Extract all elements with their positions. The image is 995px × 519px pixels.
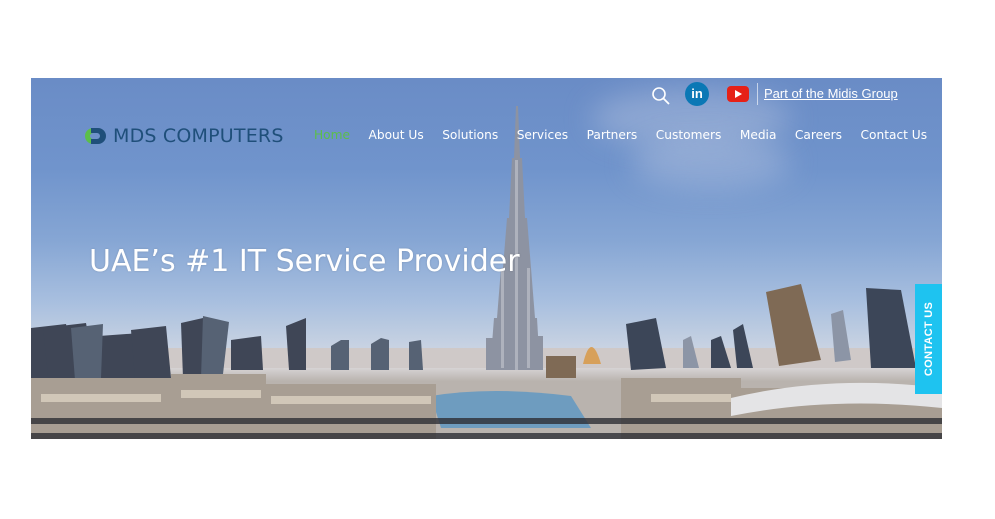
nav-item-services[interactable]: Services	[517, 128, 568, 142]
nav-item-contact-us[interactable]: Contact Us	[861, 128, 928, 142]
midis-group-link[interactable]: Part of the Midis Group	[764, 86, 898, 101]
nav-item-careers[interactable]: Careers	[795, 128, 842, 142]
main-nav: Home About Us Solutions Services Partner…	[314, 128, 942, 142]
nav-item-media[interactable]: Media	[740, 128, 777, 142]
nav-item-solutions[interactable]: Solutions	[442, 128, 498, 142]
burj-khalifa	[486, 106, 543, 370]
youtube-icon[interactable]	[727, 86, 749, 102]
top-utility-bar: in Part of the Midis Group	[31, 78, 942, 112]
hero-headline: UAE’s #1 IT Service Provider	[89, 244, 520, 279]
nav-item-customers[interactable]: Customers	[656, 128, 722, 142]
contact-us-tab-label: CONTACT US	[922, 301, 935, 377]
search-icon[interactable]	[651, 86, 671, 106]
brand-name: MDS COMPUTERS	[113, 125, 284, 147]
logo[interactable]: MDS COMPUTERS	[81, 124, 284, 148]
hero-banner: in Part of the Midis Group MDS COMPUTERS…	[31, 78, 942, 439]
nav-item-about-us[interactable]: About Us	[369, 128, 424, 142]
linkedin-icon[interactable]: in	[685, 82, 709, 106]
mds-logo-icon	[85, 128, 106, 144]
nav-item-partners[interactable]: Partners	[587, 128, 638, 142]
nav-item-home[interactable]: Home	[314, 128, 350, 142]
divider	[757, 83, 758, 105]
contact-us-tab[interactable]: CONTACT US	[915, 284, 942, 394]
